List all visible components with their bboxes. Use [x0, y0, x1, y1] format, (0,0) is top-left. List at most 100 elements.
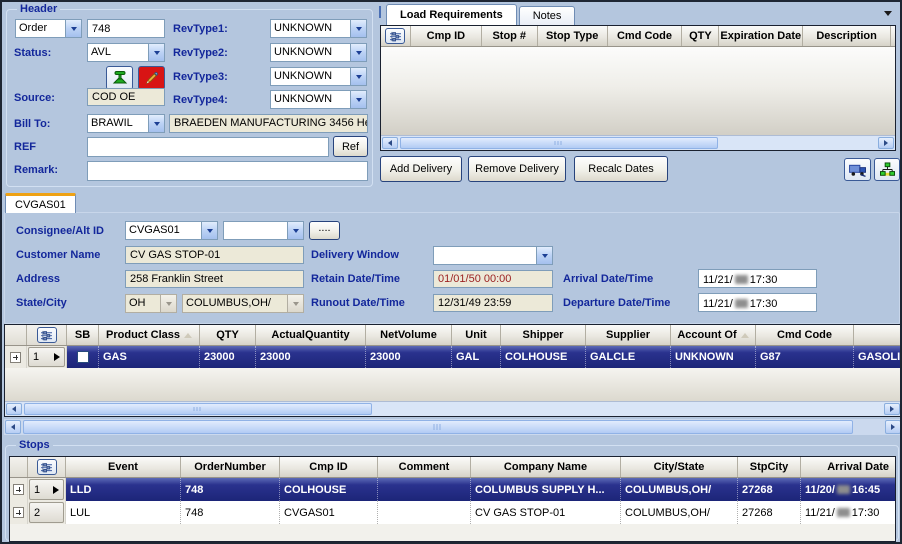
cell-event[interactable]: LUL	[66, 501, 181, 524]
sb-checkbox[interactable]	[77, 351, 89, 363]
cell-company-name[interactable]: COLUMBUS SUPPLY H...	[471, 478, 621, 501]
split-order-button[interactable]	[106, 66, 133, 90]
scroll-left-button[interactable]	[382, 137, 398, 149]
chevron-down-icon[interactable]	[287, 222, 303, 239]
remove-delivery-button[interactable]: Remove Delivery	[468, 156, 566, 182]
state-dropdown[interactable]: OH	[125, 294, 177, 313]
cell-comment[interactable]	[378, 501, 471, 524]
edit-order-button[interactable]	[138, 66, 165, 90]
col-header-expiration-date[interactable]: Expiration Date	[719, 26, 803, 46]
cell-order-number[interactable]: 748	[181, 501, 280, 524]
col-header-order-number[interactable]: OrderNumber	[181, 457, 280, 477]
order-type-dropdown[interactable]: Order	[15, 19, 82, 38]
row-selector[interactable]: 2	[29, 502, 64, 523]
chevron-down-icon[interactable]	[148, 44, 164, 61]
scroll-track[interactable]	[372, 403, 884, 415]
cell-city-state[interactable]: COLUMBUS,OH/	[621, 478, 738, 501]
scroll-right-button[interactable]	[885, 420, 901, 434]
scroll-left-button[interactable]	[5, 420, 21, 434]
col-header-arrival-date[interactable]: Arrival Date	[801, 457, 895, 477]
departure-field[interactable]: 11/21/17:30	[698, 293, 817, 312]
cell-supplier[interactable]: GALCLE	[586, 346, 671, 368]
col-header-stp-city[interactable]: StpCity	[738, 457, 801, 477]
row-selector[interactable]: 1	[29, 479, 64, 500]
col-header-cmp-id[interactable]: Cmp ID	[280, 457, 378, 477]
col-header-company-name[interactable]: Company Name	[471, 457, 621, 477]
cell-account-of[interactable]: UNKNOWN	[671, 346, 756, 368]
stop-row-2[interactable]: 2 LUL 748 CVGAS01 CV GAS STOP-01 COLUMBU…	[10, 501, 895, 524]
assign-truck-button[interactable]	[844, 158, 871, 181]
cell-shipper[interactable]: COLHOUSE	[501, 346, 586, 368]
col-header-actual-quantity[interactable]: ActualQuantity	[256, 325, 366, 345]
expand-plus-icon[interactable]	[10, 352, 21, 363]
ref-input[interactable]	[87, 137, 329, 157]
cell-comment[interactable]	[378, 478, 471, 501]
tabstrip-drag-handle[interactable]	[379, 6, 381, 18]
recalc-dates-button[interactable]: Recalc Dates	[574, 156, 668, 182]
col-header-cmd-code[interactable]: Cmd Code	[608, 26, 683, 46]
col-header-description[interactable]: Description	[803, 26, 891, 46]
chevron-down-icon[interactable]	[65, 20, 81, 37]
col-header-comment[interactable]: Comment	[378, 457, 471, 477]
col-header-stop-type[interactable]: Stop Type	[538, 26, 608, 46]
chevron-down-icon[interactable]	[350, 68, 366, 85]
cell-stp-city[interactable]: 27268	[738, 478, 801, 501]
tab-load-requirements[interactable]: Load Requirements	[386, 4, 517, 25]
cell-arrival-date[interactable]: 11/21/17:30	[801, 501, 895, 524]
col-header-account-of[interactable]: Account Of	[671, 325, 756, 345]
scroll-right-button[interactable]	[878, 137, 894, 149]
col-header-net-volume[interactable]: NetVolume	[366, 325, 452, 345]
cell-event[interactable]: LLD	[66, 478, 181, 501]
chevron-down-icon[interactable]	[350, 20, 366, 37]
tab-notes[interactable]: Notes	[519, 6, 576, 25]
col-header-city-state[interactable]: City/State	[621, 457, 738, 477]
consignee-browse-button[interactable]: ....	[309, 221, 340, 240]
chevron-down-icon[interactable]	[350, 44, 366, 61]
order-number-input[interactable]	[87, 19, 165, 38]
expand-plus-icon[interactable]	[13, 484, 24, 495]
remark-input[interactable]	[87, 161, 368, 181]
col-header-sb[interactable]: SB	[67, 325, 99, 345]
chevron-down-icon[interactable]	[201, 222, 217, 239]
cell-cmp-id[interactable]: CVGAS01	[280, 501, 378, 524]
scroll-left-button[interactable]	[6, 403, 22, 415]
cell-stp-city[interactable]: 27268	[738, 501, 801, 524]
expand-plus-icon[interactable]	[13, 507, 24, 518]
col-header-unit[interactable]: Unit	[452, 325, 501, 345]
alt-id-dropdown[interactable]	[223, 221, 304, 240]
ref-button[interactable]: Ref	[333, 136, 368, 157]
arrival-field[interactable]: 11/21/17:30	[698, 269, 817, 288]
col-header-shipper[interactable]: Shipper	[501, 325, 586, 345]
col-header-qty[interactable]: QTY	[682, 26, 719, 46]
cell-cmd-code[interactable]: G87	[756, 346, 854, 368]
cell-qty[interactable]: 23000	[200, 346, 256, 368]
revtype3-dropdown[interactable]: UNKNOWN	[270, 67, 367, 86]
scroll-thumb[interactable]	[24, 403, 372, 415]
cell-unit[interactable]: GAL	[452, 346, 501, 368]
stop-row-1[interactable]: 1 LLD 748 COLHOUSE COLUMBUS SUPPLY H... …	[10, 478, 895, 501]
scroll-thumb[interactable]	[23, 420, 853, 434]
city-dropdown[interactable]: COLUMBUS,OH/	[182, 294, 304, 313]
col-header-stop-num[interactable]: Stop #	[482, 26, 538, 46]
scroll-track[interactable]	[853, 420, 885, 434]
chevron-down-icon[interactable]	[536, 247, 552, 264]
cell-description[interactable]: GASOLIN	[854, 346, 901, 368]
scroll-right-button[interactable]	[884, 403, 900, 415]
column-chooser-button[interactable]	[385, 28, 405, 44]
chevron-down-icon[interactable]	[350, 91, 366, 108]
scroll-thumb[interactable]	[400, 137, 718, 149]
route-network-button[interactable]	[874, 158, 900, 181]
tab-cvgas01[interactable]: CVGAS01	[5, 193, 76, 213]
col-header-event[interactable]: Event	[66, 457, 181, 477]
cell-cmp-id[interactable]: COLHOUSE	[280, 478, 378, 501]
bill-to-dropdown[interactable]: BRAWIL	[87, 114, 165, 133]
add-delivery-button[interactable]: Add Delivery	[380, 156, 462, 182]
product-row-1[interactable]: 1 GAS 23000 23000 23000 GAL COLHOUSE GAL…	[5, 346, 901, 368]
cell-actual-quantity[interactable]: 23000	[256, 346, 366, 368]
cell-net-volume[interactable]: 23000	[366, 346, 452, 368]
col-header-product-class[interactable]: Product Class	[99, 325, 200, 345]
consignee-id-dropdown[interactable]: CVGAS01	[125, 221, 218, 240]
revtype4-dropdown[interactable]: UNKNOWN	[270, 90, 367, 109]
cell-city-state[interactable]: COLUMBUS,OH/	[621, 501, 738, 524]
column-chooser-button[interactable]	[37, 327, 57, 343]
